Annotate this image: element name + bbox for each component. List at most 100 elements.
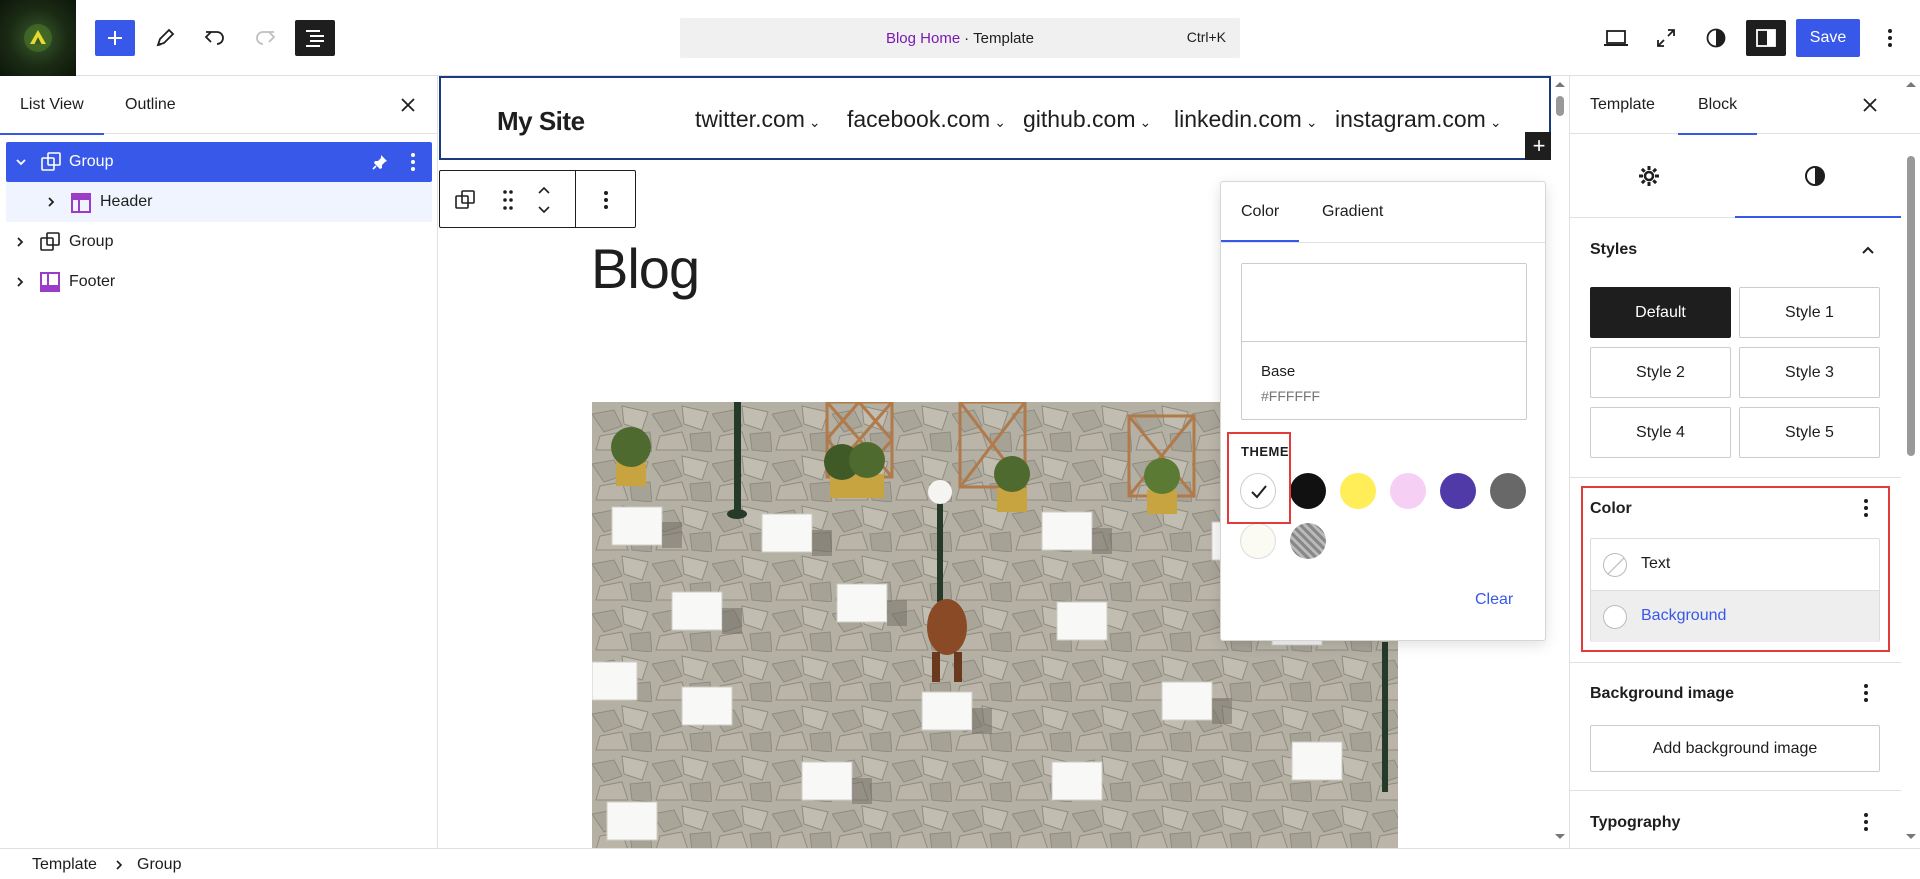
chevron-down-icon: ⌄: [994, 114, 1006, 130]
site-icon[interactable]: [0, 0, 76, 76]
settings-sidebar-toggle[interactable]: [1746, 20, 1786, 56]
nav-item-label: facebook.com: [847, 106, 991, 132]
page-heading[interactable]: Blog: [591, 236, 700, 301]
redo-icon[interactable]: [245, 20, 285, 56]
style-4-button[interactable]: Style 4: [1590, 407, 1731, 458]
chevron-down-icon: ⌄: [808, 114, 821, 130]
header-block[interactable]: My Site twitter.com ⌄ facebook.com ⌄ githu…: [439, 76, 1553, 160]
fullscreen-icon[interactable]: [1646, 20, 1686, 56]
command-palette-button[interactable]: Blog Home · Template Ctrl+K: [680, 18, 1240, 58]
left-panel-tabs: List View Outline: [0, 76, 438, 135]
highlight-box: [1227, 432, 1291, 524]
clear-button[interactable]: Clear: [1475, 591, 1513, 609]
editor-header: Blog Home · Template Ctrl+K Save: [0, 0, 1920, 76]
block-inserter-button[interactable]: [95, 20, 135, 56]
list-item[interactable]: Footer: [0, 262, 438, 302]
nav-item[interactable]: facebook.com ⌄: [847, 106, 1006, 133]
command-shortcut: Ctrl+K: [1186, 29, 1226, 45]
nav-item[interactable]: instagram.com ⌄: [1335, 106, 1502, 133]
swatch-transparent[interactable]: [1290, 523, 1326, 559]
block-options-icon[interactable]: [603, 190, 609, 215]
move-down-icon[interactable]: [536, 203, 552, 221]
chevron-down-icon: ⌄: [1305, 114, 1318, 130]
move-up-icon[interactable]: [536, 183, 552, 201]
chevron-down-icon: ⌄: [1139, 114, 1152, 130]
tab-outline[interactable]: Outline: [125, 76, 176, 134]
nav-item[interactable]: github.com ⌄: [1023, 106, 1151, 133]
style-2-button[interactable]: Style 2: [1590, 347, 1731, 398]
tab-list-view[interactable]: List View: [0, 76, 104, 135]
list-item-label: Header: [100, 193, 153, 210]
breadcrumb-item[interactable]: Template: [32, 856, 97, 874]
nav-item[interactable]: linkedin.com ⌄: [1174, 106, 1318, 133]
tab-gradient[interactable]: Gradient: [1322, 182, 1383, 242]
close-icon[interactable]: [1862, 97, 1878, 118]
tab-color[interactable]: Color: [1220, 182, 1300, 242]
swatch-accent-5[interactable]: [1240, 523, 1276, 559]
pencil-icon[interactable]: [145, 20, 185, 56]
chevron-right-icon[interactable]: [44, 195, 58, 214]
style-default-button[interactable]: Default: [1590, 287, 1731, 338]
chevron-right-icon[interactable]: [13, 235, 27, 254]
list-view-panel: List View Outline Group Header Group Foo…: [0, 76, 438, 848]
swatch-accent-4[interactable]: [1490, 473, 1526, 509]
list-item-label: Group: [69, 153, 114, 170]
swatch-accent-3[interactable]: [1440, 473, 1476, 509]
chevron-up-icon[interactable]: [1860, 242, 1876, 263]
document-title: Blog Home: [885, 29, 961, 47]
document-kind: Template: [973, 29, 1035, 47]
list-item[interactable]: Group: [0, 222, 438, 262]
styles-contrast-icon[interactable]: [1803, 164, 1827, 193]
canvas-scrollbar[interactable]: [1551, 76, 1569, 848]
nav-item[interactable]: twitter.com ⌄: [695, 106, 821, 133]
sidebar-scrollbar[interactable]: [1901, 76, 1920, 848]
document-overview-button[interactable]: [295, 20, 335, 56]
typography-section-title: Typography: [1590, 814, 1681, 831]
chevron-down-icon: ⌄: [1489, 114, 1502, 130]
color-preview-swatch: [1242, 264, 1526, 342]
selected-color-preview[interactable]: Base #FFFFFF: [1241, 263, 1527, 420]
swatch-accent-2[interactable]: [1390, 473, 1426, 509]
block-options-icon[interactable]: [410, 152, 416, 177]
save-button[interactable]: Save: [1796, 19, 1860, 57]
undo-icon[interactable]: [195, 20, 235, 56]
site-title[interactable]: My Site: [497, 106, 585, 137]
options-menu-icon[interactable]: [1870, 20, 1910, 56]
list-item-label: Footer: [69, 273, 116, 290]
section-divider: [1570, 790, 1901, 791]
styles-section-title: Styles: [1590, 241, 1638, 258]
tab-template[interactable]: Template: [1590, 76, 1655, 134]
template-part-icon: [39, 271, 61, 298]
gear-icon[interactable]: [1637, 164, 1661, 193]
breadcrumb-item[interactable]: Group: [137, 856, 181, 874]
list-item[interactable]: Header: [6, 182, 432, 222]
swatch-accent-1[interactable]: [1340, 473, 1376, 509]
swatch-contrast[interactable]: [1290, 473, 1326, 509]
nav-item-label: instagram.com: [1335, 106, 1486, 132]
background-image-options-icon[interactable]: [1863, 683, 1869, 708]
template-part-icon: [70, 192, 92, 219]
drag-handle-icon[interactable]: [502, 189, 514, 216]
pin-icon: [372, 154, 388, 175]
chevron-right-icon: [113, 858, 125, 876]
breadcrumb: Template Group: [0, 848, 1920, 879]
styles-contrast-icon[interactable]: [1696, 20, 1736, 56]
tab-block[interactable]: Block: [1677, 76, 1758, 135]
style-1-button[interactable]: Style 1: [1739, 287, 1880, 338]
close-icon[interactable]: [400, 97, 416, 118]
chevron-right-icon[interactable]: [13, 275, 27, 294]
selected-color-hex: #FFFFFF: [1261, 388, 1321, 404]
nav-item-label: linkedin.com: [1174, 106, 1302, 132]
style-3-button[interactable]: Style 3: [1739, 347, 1880, 398]
device-preview-icon[interactable]: [1596, 20, 1636, 56]
typography-options-icon[interactable]: [1863, 812, 1869, 837]
list-item[interactable]: Group: [6, 142, 432, 182]
section-divider: [1570, 477, 1901, 478]
add-background-image-button[interactable]: Add background image: [1590, 725, 1880, 772]
style-5-button[interactable]: Style 5: [1739, 407, 1880, 458]
add-block-icon[interactable]: +: [1525, 132, 1553, 160]
group-icon[interactable]: [454, 189, 476, 216]
nav-item-label: twitter.com: [695, 106, 805, 132]
group-icon: [40, 151, 62, 178]
chevron-down-icon[interactable]: [14, 155, 28, 174]
